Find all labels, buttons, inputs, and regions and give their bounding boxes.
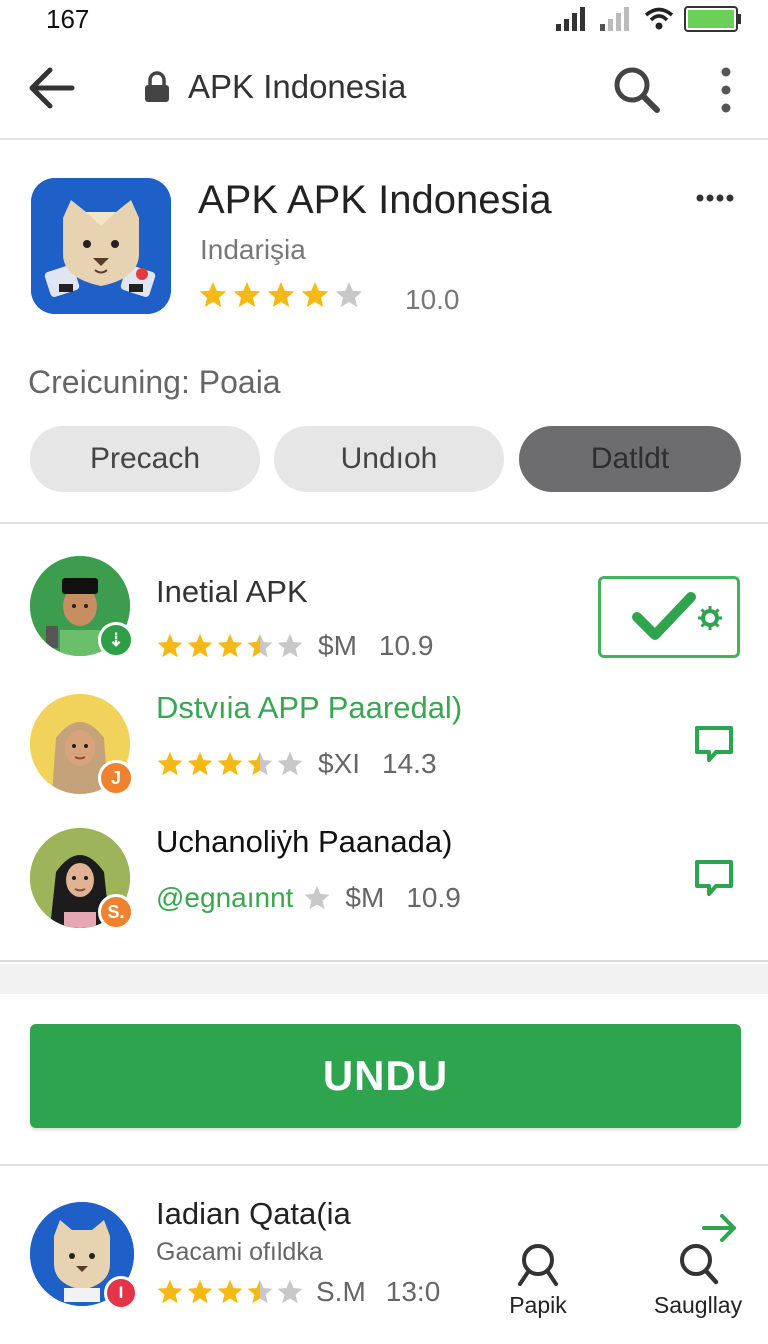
settings-gear-icon xyxy=(698,606,722,630)
avatar: ⇣ xyxy=(30,556,134,658)
star-filled-icon xyxy=(199,281,227,307)
badge: J xyxy=(98,760,134,796)
item-meta: $XI 14.3 xyxy=(156,748,437,780)
more-horiz-icon[interactable] xyxy=(692,186,740,210)
more-vert-icon[interactable] xyxy=(706,62,746,118)
star-filled-icon xyxy=(187,751,213,776)
star-filled-icon xyxy=(217,633,243,658)
download-button[interactable]: UNDU xyxy=(30,1024,741,1128)
star-filled-icon xyxy=(301,281,329,307)
badge: ⇣ xyxy=(98,622,134,658)
bottom-meta: S.M 13:0 xyxy=(156,1276,440,1308)
bottom-subtitle: Gacami ofıldka xyxy=(156,1238,323,1266)
toolbar: APK Indonesia xyxy=(0,40,768,140)
signal-icon xyxy=(556,7,585,31)
star-filled-icon xyxy=(187,633,213,658)
avatar: S. xyxy=(30,828,134,930)
search-icon xyxy=(518,1244,558,1286)
item-score: 14.3 xyxy=(382,748,437,779)
star-filled-icon xyxy=(157,751,183,776)
star-filled-icon xyxy=(157,1279,183,1304)
star-filled-icon xyxy=(157,633,183,658)
item-stars xyxy=(303,884,331,912)
check-icon xyxy=(632,592,696,640)
toolbar-title: APK Indonesia xyxy=(188,68,407,105)
list-item[interactable]: S. Uchanoliẏh Paanada) @egnaınnt $M 10.9 xyxy=(0,810,768,944)
item-score: 10.9 xyxy=(378,630,434,661)
star-half-icon xyxy=(247,751,273,776)
item-meta: $M 10.9 xyxy=(156,630,433,662)
nav-saugllay[interactable]: Saugllay xyxy=(646,1242,750,1319)
datldt-button[interactable]: Datldt xyxy=(519,426,741,492)
related-list: ⇣ Inetial APK $M 10.9 J Dstvıia APP Paar… xyxy=(0,526,768,962)
item-score: 10.9 xyxy=(406,882,461,913)
star-filled-icon xyxy=(217,1279,243,1304)
badge: S. xyxy=(98,894,134,930)
unduh-button[interactable]: Undıoh xyxy=(274,426,504,492)
avatar: J xyxy=(30,694,134,796)
battery-icon xyxy=(684,6,741,32)
star-empty-icon xyxy=(305,885,330,910)
search-icon xyxy=(680,1244,719,1285)
bottom-title: Iadian Qata(ia xyxy=(156,1196,351,1231)
app-card: APK APK Indonesia Indarişia 10.0 Creicun… xyxy=(0,142,768,524)
app-subtitle: Indarişia xyxy=(200,234,306,265)
signal-weak-icon xyxy=(600,7,629,31)
status-line: Creicuning: Poaia xyxy=(28,364,281,400)
nav-label: Saugllay xyxy=(653,1292,743,1318)
nav-papik[interactable]: Papik xyxy=(498,1242,578,1319)
star-filled-icon xyxy=(187,1279,213,1304)
fox-mascot-icon xyxy=(31,178,171,314)
item-meta: @egnaınnt $M 10.9 xyxy=(156,882,461,914)
item-stars xyxy=(156,750,304,778)
item-title: Inetial APK xyxy=(156,574,308,609)
app-icon[interactable] xyxy=(31,178,171,314)
star-empty-icon xyxy=(277,751,303,776)
status-bar: 167 xyxy=(0,0,768,40)
item-price: $M xyxy=(318,630,357,661)
status-time: 167 xyxy=(46,4,90,34)
star-empty-icon xyxy=(335,281,363,307)
item-title: Dstvıia APP Paaredal) xyxy=(156,690,463,725)
star-half-icon xyxy=(247,1279,273,1304)
precach-button[interactable]: Precach xyxy=(30,426,260,492)
app-title: APK APK Indonesia xyxy=(198,178,552,222)
nav-label: Papik xyxy=(509,1292,567,1318)
star-filled-icon xyxy=(217,751,243,776)
star-empty-icon xyxy=(277,1279,303,1304)
item-stars xyxy=(156,632,304,660)
chat-icon[interactable] xyxy=(692,856,736,900)
badge: I xyxy=(104,1276,138,1310)
item-stars xyxy=(156,1278,304,1306)
star-filled-icon xyxy=(267,281,295,307)
chat-icon[interactable] xyxy=(692,722,736,766)
app-icon[interactable]: I xyxy=(30,1202,138,1310)
item-price: $XI xyxy=(318,748,361,779)
search-icon[interactable] xyxy=(606,60,666,120)
item-handle: @egnaınnt xyxy=(156,882,294,913)
wifi-icon xyxy=(644,7,674,30)
bottom-section: I Iadian Qata(ia Gacami ofıldka S.M 13:0… xyxy=(0,1164,768,1344)
item-title: Uchanoliẏh Paanada) xyxy=(156,824,453,859)
installed-check-button[interactable] xyxy=(598,576,740,658)
star-filled-icon xyxy=(233,281,261,307)
list-item[interactable]: J Dstvıia APP Paaredal) $XI 14.3 xyxy=(0,676,768,810)
item-price: S.M xyxy=(316,1276,366,1307)
item-price: $M xyxy=(345,882,385,913)
list-item[interactable]: ⇣ Inetial APK $M 10.9 xyxy=(0,542,768,676)
back-arrow-icon[interactable] xyxy=(24,60,80,116)
star-empty-icon xyxy=(277,633,303,658)
star-half-icon xyxy=(247,633,273,658)
section-separator xyxy=(0,964,768,994)
app-rating-value: 10.0 xyxy=(405,284,460,315)
item-score: 13:0 xyxy=(385,1276,441,1307)
lock-icon xyxy=(145,71,169,102)
app-rating-stars xyxy=(198,280,364,310)
status-icons xyxy=(556,6,742,32)
